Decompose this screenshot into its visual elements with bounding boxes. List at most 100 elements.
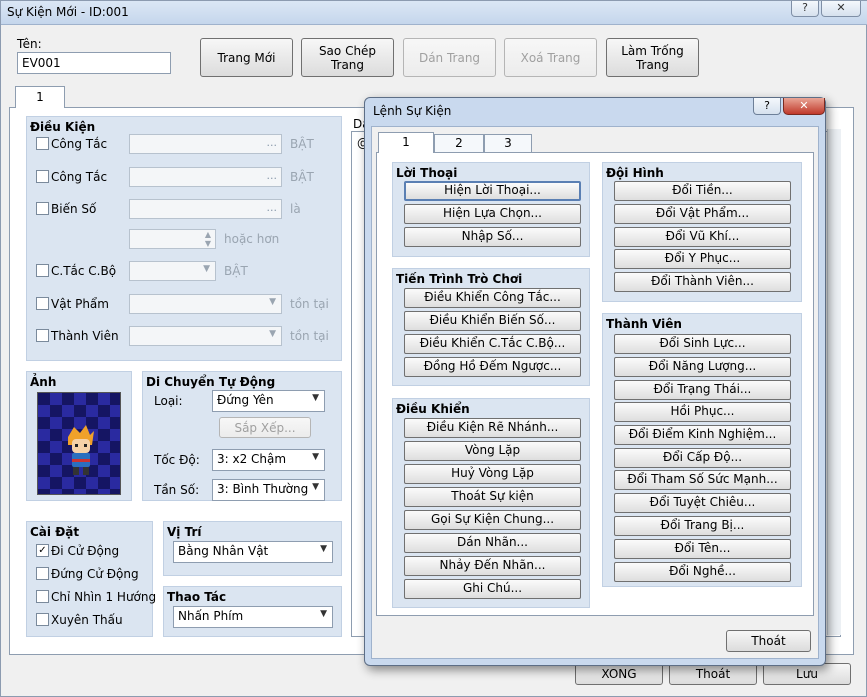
trigger-select[interactable]: Nhấn Phím ▼ xyxy=(173,606,333,628)
name-input[interactable]: EV001 xyxy=(17,52,171,74)
call-common-event-button[interactable]: Gọi Sự Kiện Chung... xyxy=(404,510,581,530)
actor-title: Thành Viên xyxy=(606,317,682,331)
actor-label: Thành Viên xyxy=(51,329,119,343)
character-sprite-icon xyxy=(68,425,94,475)
through-checkbox[interactable] xyxy=(36,613,49,626)
switch1-checkbox[interactable] xyxy=(36,137,49,150)
control-timer-button[interactable]: Đồng Hồ Đếm Ngược... xyxy=(404,357,581,377)
dialog-tab-3[interactable]: 3 xyxy=(484,134,532,153)
chevron-down-icon: ▼ xyxy=(312,482,319,492)
exit-event-button[interactable]: Thoát Sự kiện xyxy=(404,487,581,507)
trigger-value: Nhấn Phím xyxy=(178,609,244,623)
change-skills-button[interactable]: Đổi Tuyệt Chiêu... xyxy=(614,493,791,513)
dialog-client: 1 2 3 Lời Thoại Hiện Lời Thoại... Hiện L… xyxy=(371,126,819,659)
self-switch-select[interactable]: ▼ xyxy=(129,261,216,281)
item-checkbox[interactable] xyxy=(36,297,49,310)
change-equipment-button[interactable]: Đổi Trang Bị... xyxy=(614,516,791,536)
change-name-button[interactable]: Đổi Tên... xyxy=(614,539,791,559)
contents-scrollbar[interactable] xyxy=(827,129,841,635)
switch1-label: Công Tắc xyxy=(51,137,108,151)
label-button[interactable]: Dán Nhãn... xyxy=(404,533,581,553)
copy-page-button[interactable]: Sao Chép Trang xyxy=(301,38,394,77)
change-state-button[interactable]: Đổi Trạng Thái... xyxy=(614,380,791,400)
chevron-down-icon: ▼ xyxy=(312,393,319,403)
item-suffix: tồn tại xyxy=(290,297,329,311)
change-hp-button[interactable]: Đổi Sinh Lực... xyxy=(614,334,791,354)
change-gold-button[interactable]: Đổi Tiền... xyxy=(614,181,791,201)
item-select[interactable]: ▼ xyxy=(129,294,282,314)
priority-title: Vị Trí xyxy=(167,525,202,539)
control-self-switch-button[interactable]: Điều Khiển C.Tắc C.Bộ... xyxy=(404,334,581,354)
loop-button[interactable]: Vòng Lặp xyxy=(404,441,581,461)
variable-suffix: là xyxy=(290,202,301,216)
help-icon[interactable]: ? xyxy=(791,1,819,17)
change-weapons-button[interactable]: Đổi Vũ Khí... xyxy=(614,227,791,247)
variable-value-spinner[interactable]: ▲ ▼ xyxy=(129,229,216,249)
stepping-anim-label: Đứng Cử Động xyxy=(51,567,139,581)
change-mp-button[interactable]: Đổi Năng Lượng... xyxy=(614,357,791,377)
apply-button[interactable]: Lưu xyxy=(763,663,851,685)
walking-anim-checkbox[interactable]: ✓ xyxy=(36,544,49,557)
switch2-field[interactable]: ... xyxy=(129,167,282,187)
show-text-button[interactable]: Hiện Lời Thoại... xyxy=(404,181,581,201)
chevron-down-icon: ▼ xyxy=(320,609,327,619)
break-loop-button[interactable]: Huỷ Vòng Lặp xyxy=(404,464,581,484)
cancel-button[interactable]: Thoát xyxy=(669,663,757,685)
switch1-field[interactable]: ... xyxy=(129,134,282,154)
frequency-value: 3: Bình Thường xyxy=(217,482,309,496)
new-page-button[interactable]: Trang Mới xyxy=(200,38,293,77)
clear-page-button[interactable]: Làm Trống Trang xyxy=(606,38,699,77)
control-variables-button[interactable]: Điều Khiển Biến Số... xyxy=(404,311,581,331)
close-icon[interactable]: ✕ xyxy=(821,1,861,17)
input-number-button[interactable]: Nhập Số... xyxy=(404,227,581,247)
event-graphic-preview[interactable] xyxy=(37,392,121,495)
direction-fix-label: Chỉ Nhìn 1 Hướng xyxy=(51,590,157,604)
self-switch-checkbox[interactable] xyxy=(36,264,49,277)
recover-all-button[interactable]: Hồi Phục... xyxy=(614,402,791,422)
change-class-button[interactable]: Đổi Nghề... xyxy=(614,562,791,582)
chevron-down-icon: ▼ xyxy=(312,452,319,462)
change-level-button[interactable]: Đổi Cấp Độ... xyxy=(614,448,791,468)
move-type-select[interactable]: Đứng Yên ▼ xyxy=(212,390,325,412)
variable-checkbox[interactable] xyxy=(36,202,49,215)
stepping-anim-checkbox[interactable] xyxy=(36,567,49,580)
priority-select[interactable]: Bằng Nhân Vật ▼ xyxy=(173,541,333,563)
change-armors-button[interactable]: Đổi Y Phục... xyxy=(614,249,791,269)
control-switches-button[interactable]: Điều Khiển Công Tắc... xyxy=(404,288,581,308)
change-items-button[interactable]: Đổi Vật Phẩm... xyxy=(614,204,791,224)
show-choices-button[interactable]: Hiện Lựa Chọn... xyxy=(404,204,581,224)
game-progression-title: Tiến Trình Trò Chơi xyxy=(396,272,523,286)
change-party-member-button[interactable]: Đổi Thành Viên... xyxy=(614,272,791,292)
dialog-tab-2[interactable]: 2 xyxy=(434,134,484,153)
move-type-label: Loại: xyxy=(154,394,183,408)
direction-fix-checkbox[interactable] xyxy=(36,590,49,603)
dialog-tab-1[interactable]: 1 xyxy=(378,132,434,153)
dialog-help-icon[interactable]: ? xyxy=(753,98,781,115)
actor-select[interactable]: ▼ xyxy=(129,326,282,346)
tab-page-1[interactable]: 1 xyxy=(15,86,65,108)
conditional-branch-button[interactable]: Điều Kiện Rẽ Nhánh... xyxy=(404,418,581,438)
jump-to-label-button[interactable]: Nhảy Đến Nhãn... xyxy=(404,556,581,576)
dialog-cancel-button[interactable]: Thoát xyxy=(726,630,811,652)
frequency-select[interactable]: 3: Bình Thường ▼ xyxy=(212,479,325,501)
dialog-close-icon[interactable]: ✕ xyxy=(783,98,825,115)
chevron-down-icon: ▼ xyxy=(269,329,276,339)
change-parameters-button[interactable]: Đổi Tham Số Sức Mạnh... xyxy=(614,470,791,490)
speed-select[interactable]: 3: x2 Chậm ▼ xyxy=(212,449,325,471)
ok-button[interactable]: XONG xyxy=(575,663,663,685)
actor-checkbox[interactable] xyxy=(36,329,49,342)
move-route-button[interactable]: Sắp Xếp... xyxy=(219,417,311,438)
variable-field[interactable]: ... xyxy=(129,199,282,219)
walking-anim-label: Đi Cử Động xyxy=(51,544,120,558)
trigger-title: Thao Tác xyxy=(167,590,227,604)
paste-page-button[interactable]: Dán Trang xyxy=(403,38,496,77)
switch2-checkbox[interactable] xyxy=(36,170,49,183)
spinner-arrows-icon: ▲ ▼ xyxy=(204,230,211,248)
dialog-title: Lệnh Sự Kiện xyxy=(373,104,452,118)
change-exp-button[interactable]: Đổi Điểm Kinh Nghiệm... xyxy=(614,425,791,445)
delete-page-button[interactable]: Xoá Trang xyxy=(504,38,597,77)
self-switch-suffix: BẬT xyxy=(224,264,248,278)
comment-button[interactable]: Ghi Chú... xyxy=(404,579,581,599)
flow-control-title: Điều Khiển xyxy=(396,402,470,416)
event-commands-dialog: Lệnh Sự Kiện ? ✕ 1 2 3 Lời Thoại Hiện Lờ… xyxy=(364,97,826,666)
